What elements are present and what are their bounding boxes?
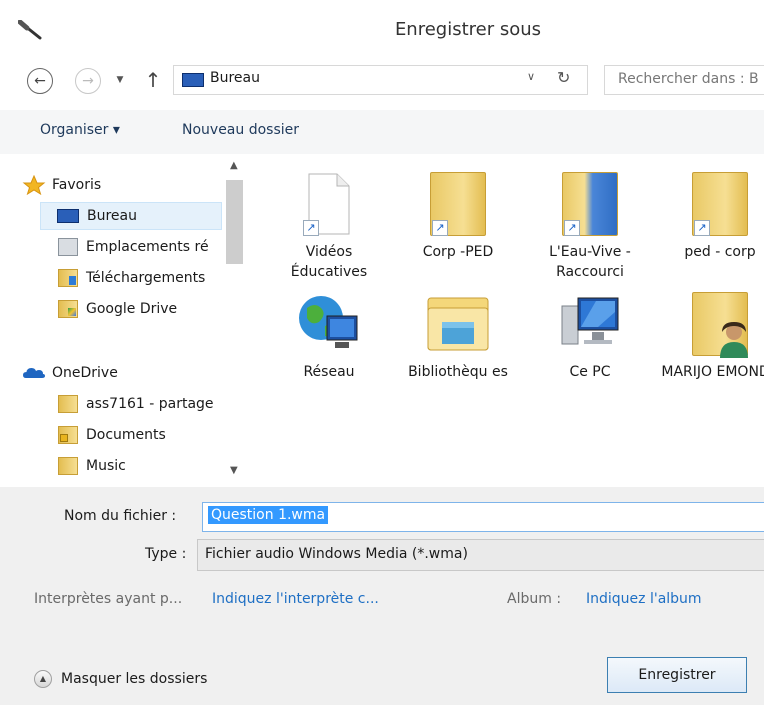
address-text: Bureau bbox=[210, 70, 260, 86]
sidebar-item-favoris[interactable]: Favoris bbox=[22, 172, 101, 198]
artists-link[interactable]: Indiquez l'interprète c... bbox=[212, 591, 379, 607]
chevron-down-icon[interactable]: ∨ bbox=[527, 70, 535, 83]
file-label: L'Eau-Vive - Raccourci bbox=[549, 244, 631, 280]
downloads-icon bbox=[58, 269, 78, 287]
sidebar-item-label: Bureau bbox=[87, 208, 137, 224]
libraries-icon bbox=[426, 292, 490, 356]
sidebar-item-emplacements[interactable]: Emplacements ré bbox=[40, 234, 224, 260]
sidebar-item-onedrive[interactable]: OneDrive bbox=[22, 360, 118, 386]
refresh-icon[interactable]: ↻ bbox=[557, 68, 570, 87]
filename-value[interactable]: Question 1.wma bbox=[208, 506, 329, 524]
window-title: Enregistrer sous bbox=[394, 19, 542, 40]
user-folder-icon bbox=[688, 292, 752, 358]
list-item[interactable]: ↗ L'Eau-Vive - Raccourci bbox=[530, 172, 650, 282]
sidebar-item-bureau[interactable]: Bureau bbox=[40, 202, 222, 230]
list-item[interactable]: MARIJO EMOND2 bbox=[660, 292, 764, 382]
folder-shortcut-icon: ↗ bbox=[426, 172, 490, 236]
cloud-icon bbox=[23, 368, 45, 378]
back-button[interactable]: ← bbox=[27, 68, 53, 94]
search-placeholder: Rechercher dans : B bbox=[618, 71, 759, 87]
recent-locations-button[interactable]: ▼ bbox=[113, 69, 127, 91]
list-item[interactable]: Bibliothèqu es bbox=[398, 292, 518, 382]
artists-label: Interprètes ayant p... bbox=[34, 591, 183, 607]
star-icon bbox=[22, 175, 46, 195]
file-label: ped - corp bbox=[684, 244, 756, 260]
album-label: Album : bbox=[507, 591, 562, 607]
sidebar-item-label: OneDrive bbox=[52, 365, 118, 381]
type-value: Fichier audio Windows Media (*.wma) bbox=[205, 546, 468, 562]
sidebar-item-label: Téléchargements bbox=[86, 270, 206, 286]
list-item[interactable]: ↗ ped - corp bbox=[660, 172, 764, 262]
folder-shortcut-icon: ↗ bbox=[558, 172, 622, 236]
folder-icon bbox=[58, 457, 78, 475]
recent-places-icon bbox=[58, 238, 78, 256]
album-link[interactable]: Indiquez l'album bbox=[586, 591, 702, 607]
new-folder-button[interactable]: Nouveau dossier bbox=[182, 122, 299, 138]
type-label: Type : bbox=[145, 546, 187, 562]
folder-shortcut-icon: ↗ bbox=[688, 172, 752, 236]
file-label: MARIJO EMOND2 bbox=[661, 364, 764, 380]
list-item[interactable]: ↗ Vidéos Éducatives bbox=[269, 172, 389, 282]
file-label: Réseau bbox=[303, 364, 355, 380]
sidebar-item-label: Music bbox=[86, 458, 126, 474]
computer-icon bbox=[558, 292, 622, 356]
hide-folders-button[interactable]: Masquer les dossiers bbox=[61, 671, 207, 687]
desktop-icon bbox=[57, 209, 79, 223]
documents-folder-icon bbox=[58, 426, 78, 444]
sidebar-item-label: Favoris bbox=[52, 177, 102, 193]
up-button[interactable]: ↑ bbox=[141, 66, 165, 94]
file-label: Bibliothèqu es bbox=[408, 364, 508, 380]
sidebar-item-telechargements[interactable]: Téléchargements bbox=[40, 265, 224, 291]
folder-icon bbox=[58, 395, 78, 413]
save-button[interactable]: Enregistrer bbox=[607, 657, 747, 693]
sidebar-item-label: Emplacements ré bbox=[86, 239, 209, 255]
network-icon bbox=[297, 292, 361, 356]
file-label: Corp -PED bbox=[422, 244, 494, 260]
chevron-down-icon[interactable]: ▼ bbox=[230, 465, 238, 476]
organize-button[interactable]: Organiser ▾ bbox=[40, 122, 120, 138]
file-shortcut-icon: ↗ bbox=[297, 172, 361, 236]
forward-button[interactable]: → bbox=[75, 68, 101, 94]
sidebar-item-label: Documents bbox=[86, 427, 166, 443]
file-label: Vidéos Éducatives bbox=[290, 244, 368, 280]
sidebar-item-google-drive[interactable]: Google Drive bbox=[40, 296, 224, 322]
scrollbar-thumb[interactable] bbox=[226, 180, 243, 264]
list-item[interactable]: ↗ Corp -PED bbox=[398, 172, 518, 262]
chevron-up-icon[interactable]: ▲ bbox=[230, 160, 238, 171]
filename-label: Nom du fichier : bbox=[64, 508, 177, 524]
list-item[interactable]: Réseau bbox=[269, 292, 389, 382]
chevron-up-icon[interactable]: ▲ bbox=[34, 670, 52, 688]
desktop-icon bbox=[182, 73, 204, 87]
list-item[interactable]: Ce PC bbox=[530, 292, 650, 382]
sidebar-item-ass7161[interactable]: ass7161 - partage bbox=[40, 391, 224, 417]
sidebar-item-music[interactable]: Music bbox=[40, 453, 224, 479]
sidebar-item-label: Google Drive bbox=[86, 301, 178, 317]
google-drive-icon bbox=[58, 300, 78, 318]
sidebar-item-label: ass7161 - partage bbox=[86, 396, 214, 412]
file-label: Ce PC bbox=[569, 364, 611, 380]
sidebar-item-documents[interactable]: Documents bbox=[40, 422, 224, 448]
